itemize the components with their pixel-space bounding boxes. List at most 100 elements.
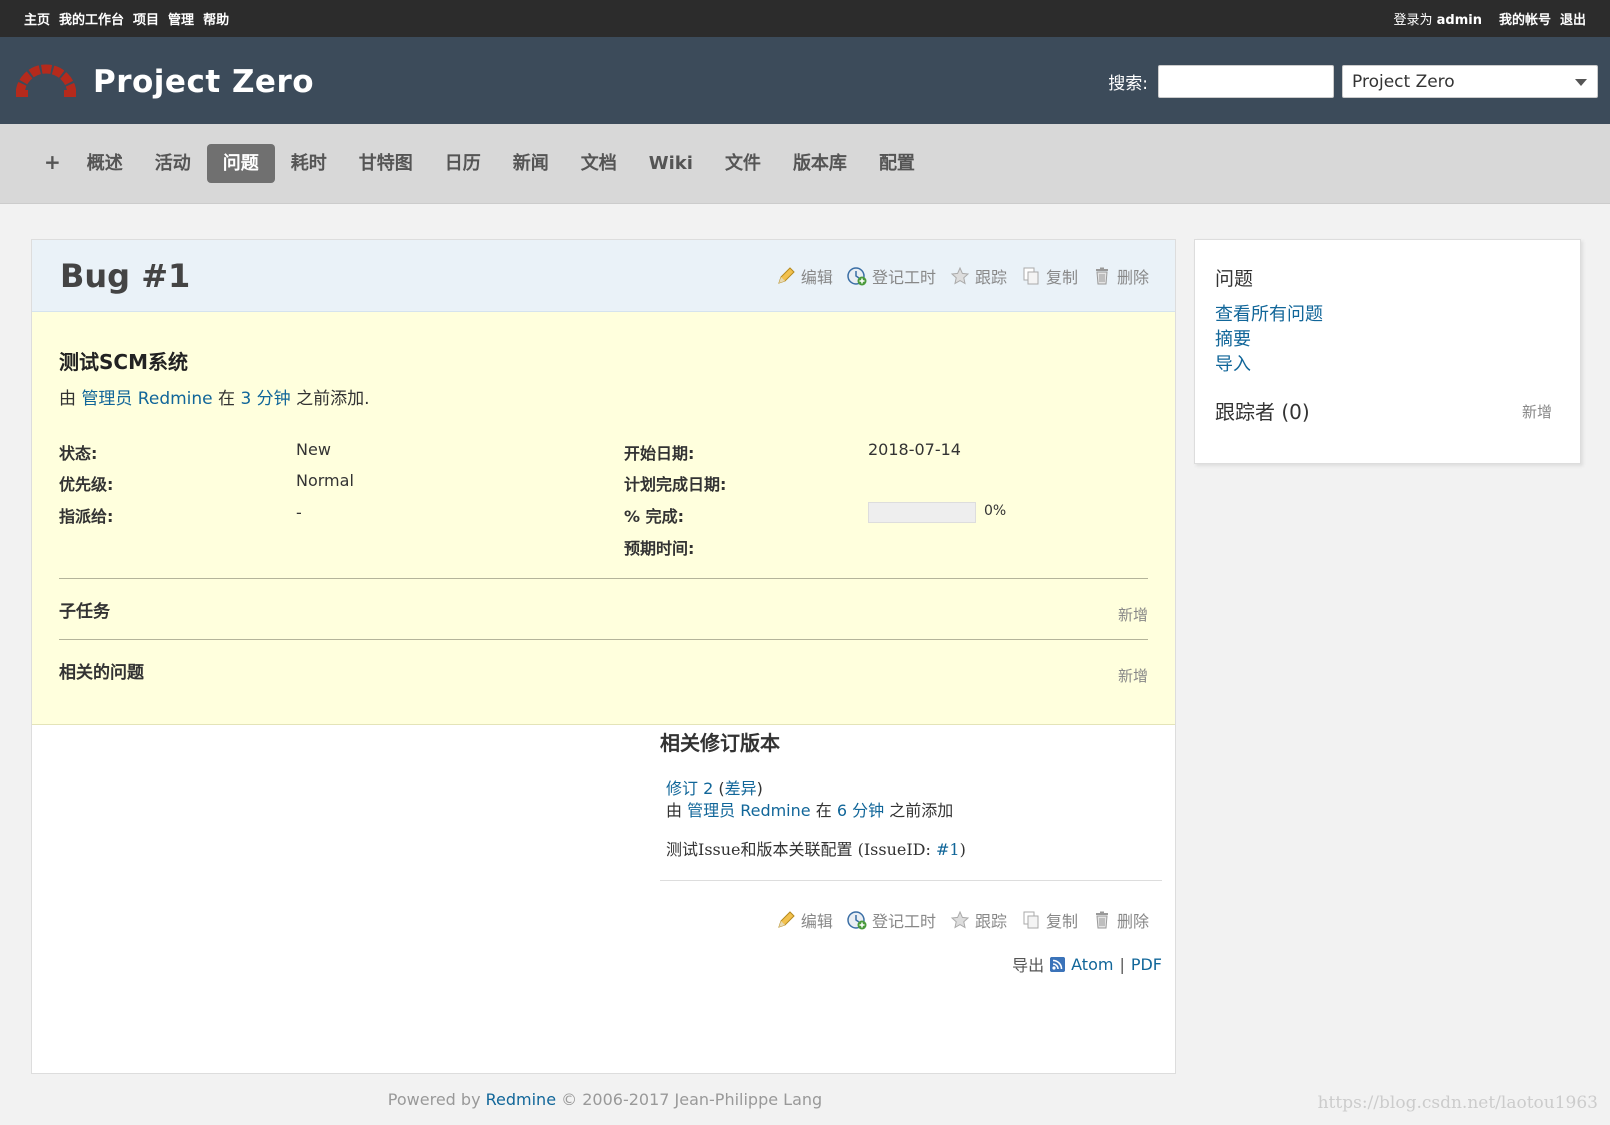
author-mid: 在	[218, 389, 236, 409]
start-date-label: 开始日期:	[624, 444, 695, 463]
export-separator: |	[1119, 954, 1125, 974]
export-label: 导出	[1012, 956, 1045, 975]
assignee-label: 指派给:	[59, 507, 114, 526]
issue-actions-bottom: 编辑 登记工时 跟踪 复制 删除	[776, 908, 1149, 932]
delete-button[interactable]: 删除	[1092, 264, 1149, 288]
top-menu-right: 登录为 admin 我的帐号 退出	[1393, 9, 1586, 28]
tab-files[interactable]: 文件	[709, 144, 777, 183]
top-menu-admin[interactable]: 管理	[168, 9, 194, 28]
diff-link[interactable]: 差异	[725, 779, 757, 798]
top-menu-home[interactable]: 主页	[24, 9, 50, 28]
sidebar-item-import[interactable]: 导入	[1215, 352, 1323, 377]
sidebar-item-summary[interactable]: 摘要	[1215, 327, 1323, 352]
quick-search: 搜索: Project Zero	[1108, 65, 1598, 98]
my-account-link[interactable]: 我的帐号	[1499, 9, 1551, 28]
revision-author-link[interactable]: 管理员 Redmine	[687, 801, 811, 820]
project-jump-select[interactable]: Project Zero	[1342, 65, 1598, 98]
tab-news[interactable]: 新闻	[497, 144, 565, 183]
issue-author-line: 由 管理员 Redmine 在 3 分钟 之前添加.	[59, 384, 369, 409]
pdf-link[interactable]: PDF	[1131, 955, 1162, 974]
logout-link[interactable]: 退出	[1560, 9, 1586, 28]
add-relation-link[interactable]: 新增	[1118, 665, 1148, 686]
issue-details: 测试SCM系统 由 管理员 Redmine 在 3 分钟 之前添加. 状态: N…	[32, 312, 1175, 725]
top-menu-help[interactable]: 帮助	[203, 9, 229, 28]
issue-subject: 测试SCM系统	[59, 350, 188, 374]
logged-as-prefix: 登录为	[1393, 13, 1433, 28]
relations-title: 相关的问题	[59, 663, 144, 683]
main-menu: + 概述 活动 问题 耗时 甘特图 日历 新闻 文档 Wiki 文件 版本库 配…	[0, 124, 1610, 204]
top-menu-my-page[interactable]: 我的工作台	[59, 9, 124, 28]
logged-as-user[interactable]: admin	[1437, 13, 1482, 28]
subtasks-title: 子任务	[59, 602, 110, 622]
atom-link[interactable]: Atom	[1071, 955, 1113, 974]
project-select-value: Project Zero	[1352, 72, 1455, 92]
search-label: 搜索:	[1108, 74, 1148, 94]
tab-gantt[interactable]: 甘特图	[343, 144, 429, 183]
top-menu-projects[interactable]: 项目	[133, 9, 159, 28]
tab-repository[interactable]: 版本库	[777, 144, 863, 183]
header: Project Zero 搜索: Project Zero	[0, 37, 1610, 124]
log-time-label: 登记工时	[871, 912, 936, 931]
watermark: https://blog.csdn.net/laotou1963	[1317, 1093, 1598, 1113]
watch-label: 跟踪	[974, 268, 1007, 287]
issue-header: Bug #1 编辑 登记工时 跟踪 复制 删除	[32, 240, 1175, 312]
copy-button[interactable]: 复制	[1021, 908, 1078, 932]
revision-header: 修订 2 (差异)	[666, 779, 763, 798]
divider	[59, 578, 1148, 579]
top-menu: 主页 我的工作台 项目 管理 帮助 登录为 admin 我的帐号 退出	[0, 0, 1610, 37]
top-menu-left: 主页 我的工作台 项目 管理 帮助	[24, 9, 229, 28]
redmine-logo-icon	[16, 64, 76, 97]
redmine-link[interactable]: Redmine	[486, 1090, 556, 1109]
add-watcher-link[interactable]: 新增	[1522, 401, 1552, 422]
revision-time-link[interactable]: 6 分钟	[837, 801, 884, 820]
tab-documents[interactable]: 文档	[565, 144, 633, 183]
watch-button[interactable]: 跟踪	[950, 908, 1007, 932]
edit-button[interactable]: 编辑	[776, 908, 833, 932]
log-time-button[interactable]: 登记工时	[847, 264, 936, 288]
trash-icon	[1095, 267, 1108, 285]
main-menu-tabs: + 概述 活动 问题 耗时 甘特图 日历 新闻 文档 Wiki 文件 版本库 配…	[34, 144, 931, 183]
rss-feed-icon	[1050, 956, 1066, 972]
done-ratio-progress-bar	[868, 502, 976, 523]
revision-author-line: 由 管理员 Redmine 在 6 分钟 之前添加	[660, 800, 1162, 822]
delete-button[interactable]: 删除	[1092, 908, 1149, 932]
logged-as: 登录为 admin	[1393, 9, 1482, 28]
copy-button[interactable]: 复制	[1021, 264, 1078, 288]
revision-comment: 测试Issue和版本关联配置 (IssueID: #1)	[660, 836, 1162, 860]
author-link[interactable]: 管理员 Redmine	[81, 389, 212, 409]
divider	[59, 639, 1148, 640]
sidebar: 问题 查看所有问题 摘要 导入 跟踪者 (0) 新增	[1194, 239, 1581, 464]
tab-overview[interactable]: 概述	[71, 144, 139, 183]
tab-calendar[interactable]: 日历	[429, 144, 497, 183]
watch-button[interactable]: 跟踪	[950, 264, 1007, 288]
edit-button[interactable]: 编辑	[776, 264, 833, 288]
issue-ref-link[interactable]: #1	[936, 840, 960, 859]
search-input[interactable]	[1158, 65, 1334, 98]
tab-time-entries[interactable]: 耗时	[275, 144, 343, 183]
tab-wiki[interactable]: Wiki	[633, 144, 709, 183]
footer: Powered by Redmine © 2006-2017 Jean-Phil…	[0, 1090, 1210, 1109]
divider	[660, 880, 1162, 881]
due-date-label: 计划完成日期:	[624, 475, 727, 494]
edit-label: 编辑	[800, 912, 833, 931]
log-time-button[interactable]: 登记工时	[847, 908, 936, 932]
author-prefix: 由	[59, 389, 76, 409]
add-subtask-link[interactable]: 新增	[1118, 604, 1148, 625]
created-time-link[interactable]: 3 分钟	[240, 389, 290, 409]
project-title[interactable]: Project Zero	[93, 64, 314, 100]
pencil-icon	[778, 267, 795, 284]
revision-author-mid: 在	[815, 801, 832, 820]
copy-icon	[1023, 911, 1039, 929]
delete-label: 删除	[1116, 268, 1149, 287]
edit-label: 编辑	[800, 268, 833, 287]
footer-prefix: Powered by	[387, 1090, 481, 1109]
tab-settings[interactable]: 配置	[863, 144, 931, 183]
revision-link[interactable]: 修订 2	[666, 779, 713, 798]
sidebar-item-view-all-issues[interactable]: 查看所有问题	[1215, 302, 1323, 327]
priority-label: 优先级:	[59, 475, 114, 494]
tab-issues[interactable]: 问题	[206, 144, 275, 183]
clock-add-icon	[847, 911, 867, 930]
tab-activity[interactable]: 活动	[139, 144, 207, 183]
new-object-button[interactable]: +	[34, 144, 71, 183]
star-icon	[950, 910, 970, 929]
